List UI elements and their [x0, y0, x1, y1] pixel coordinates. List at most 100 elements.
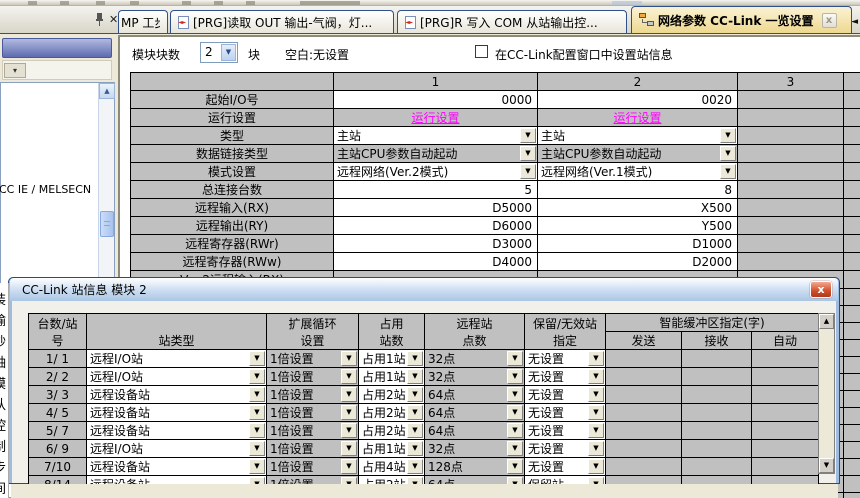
dropdown-arrow-icon[interactable]: ▼	[507, 351, 523, 366]
receive-buffer-cell[interactable]	[682, 404, 752, 422]
dropdown-arrow-icon[interactable]: ▼	[341, 369, 357, 384]
reserve-invalid-combo[interactable]: 无设置▼	[525, 404, 606, 422]
dropdown-arrow-icon[interactable]: ▼	[507, 405, 523, 420]
send-buffer-cell[interactable]	[606, 368, 682, 386]
dropdown-arrow-icon[interactable]: ▼	[507, 441, 523, 456]
remote-points-combo[interactable]: 32点▼	[425, 368, 525, 386]
dropdown-arrow-icon[interactable]: ▼	[249, 405, 265, 420]
station-type-combo[interactable]: 远程I/O站▼	[87, 368, 267, 386]
param-combo[interactable]: 主站▼	[538, 127, 738, 145]
occupied-stations-combo[interactable]: 占用2站▼	[359, 404, 425, 422]
receive-buffer-cell[interactable]	[682, 440, 752, 458]
dropdown-arrow-icon[interactable]: ▼	[341, 423, 357, 438]
dropdown-arrow-icon[interactable]: ▼	[507, 423, 523, 438]
send-buffer-cell[interactable]	[606, 440, 682, 458]
station-table-scrollbar[interactable]: ▲ ▼	[818, 313, 835, 474]
occupied-stations-combo[interactable]: 占用1站▼	[359, 368, 425, 386]
dropdown-arrow-icon[interactable]: ▼	[507, 459, 523, 474]
dropdown-arrow-icon[interactable]: ▼	[249, 423, 265, 438]
param-value-cell[interactable]: D3000	[334, 235, 538, 253]
reserve-invalid-combo[interactable]: 无设置▼	[525, 458, 606, 476]
dropdown-arrow-icon[interactable]: ▼	[221, 44, 236, 61]
operation-settings-link[interactable]: 运行设置	[334, 109, 538, 127]
module-count-combo[interactable]: 2 ▼	[200, 42, 238, 63]
station-type-combo[interactable]: 远程设备站▼	[87, 404, 267, 422]
send-buffer-cell[interactable]	[606, 350, 682, 368]
pushpin-icon[interactable]	[96, 13, 103, 26]
send-buffer-cell[interactable]	[606, 386, 682, 404]
dropdown-arrow-icon[interactable]: ▼	[249, 351, 265, 366]
tab-prg-write-com[interactable]: [PRG]R 写入 COM 从站输出控...	[397, 10, 627, 33]
expanded-cyclic-combo[interactable]: 1倍设置▼	[267, 368, 359, 386]
scroll-up-icon[interactable]: ▲	[819, 314, 834, 329]
station-type-combo[interactable]: 远程设备站▼	[87, 422, 267, 440]
auto-buffer-cell[interactable]	[752, 422, 819, 440]
remote-points-combo[interactable]: 64点▼	[425, 404, 525, 422]
dropdown-arrow-icon[interactable]: ▼	[341, 387, 357, 402]
panel-tool-button[interactable]: ▾	[4, 63, 26, 78]
remote-points-combo[interactable]: 32点▼	[425, 440, 525, 458]
occupied-stations-combo[interactable]: 占用1站▼	[359, 350, 425, 368]
param-value-cell[interactable]: D5000	[334, 199, 538, 217]
tab-prg-read-out[interactable]: [PRG]读取 OUT 输出-气阀，灯...	[170, 10, 394, 33]
occupied-stations-combo[interactable]: 占用2站▼	[359, 386, 425, 404]
send-buffer-cell[interactable]	[606, 422, 682, 440]
dropdown-arrow-icon[interactable]: ▼	[588, 351, 604, 366]
expanded-cyclic-combo[interactable]: 1倍设置▼	[267, 404, 359, 422]
tree-item-cc-ie-melsecnet[interactable]: CC IE / MELSECN	[0, 183, 91, 196]
dropdown-arrow-icon[interactable]: ▼	[720, 128, 736, 143]
expanded-cyclic-combo[interactable]: 1倍设置▼	[267, 386, 359, 404]
station-type-combo[interactable]: 远程设备站▼	[87, 386, 267, 404]
param-value-cell[interactable]: D6000	[334, 217, 538, 235]
reserve-invalid-combo[interactable]: 无设置▼	[525, 440, 606, 458]
receive-buffer-cell[interactable]	[682, 458, 752, 476]
param-combo[interactable]: 主站▼	[334, 127, 538, 145]
receive-buffer-cell[interactable]	[682, 368, 752, 386]
receive-buffer-cell[interactable]	[682, 422, 752, 440]
dropdown-arrow-icon[interactable]: ▼	[341, 405, 357, 420]
param-combo[interactable]: 主站CPU参数自动起动▼	[334, 145, 538, 163]
dropdown-arrow-icon[interactable]: ▼	[407, 441, 423, 456]
expanded-cyclic-combo[interactable]: 1倍设置▼	[267, 458, 359, 476]
auto-buffer-cell[interactable]	[752, 350, 819, 368]
auto-buffer-cell[interactable]	[752, 458, 819, 476]
remote-points-combo[interactable]: 64点▼	[425, 386, 525, 404]
param-value-cell[interactable]: 8	[538, 181, 738, 199]
param-value-cell[interactable]: 0000	[334, 91, 538, 109]
param-combo[interactable]: 远程网络(Ver.1模式)▼	[538, 163, 738, 181]
param-value-cell[interactable]: Y500	[538, 217, 738, 235]
param-combo[interactable]: 主站CPU参数自动起动▼	[538, 145, 738, 163]
dropdown-arrow-icon[interactable]: ▼	[249, 441, 265, 456]
dropdown-arrow-icon[interactable]: ▼	[520, 146, 536, 161]
dialog-close-button[interactable]: x	[810, 281, 832, 298]
occupied-stations-combo[interactable]: 占用4站▼	[359, 458, 425, 476]
reserve-invalid-combo[interactable]: 无设置▼	[525, 368, 606, 386]
dropdown-arrow-icon[interactable]: ▼	[407, 405, 423, 420]
remote-points-combo[interactable]: 32点▼	[425, 350, 525, 368]
reserve-invalid-combo[interactable]: 无设置▼	[525, 350, 606, 368]
dropdown-arrow-icon[interactable]: ▼	[407, 459, 423, 474]
auto-buffer-cell[interactable]	[752, 440, 819, 458]
send-buffer-cell[interactable]	[606, 404, 682, 422]
dropdown-arrow-icon[interactable]: ▼	[588, 441, 604, 456]
panel-close-icon[interactable]: ✕	[109, 13, 118, 26]
occupied-stations-combo[interactable]: 占用1站▼	[359, 440, 425, 458]
dropdown-arrow-icon[interactable]: ▼	[507, 369, 523, 384]
param-value-cell[interactable]: X500	[538, 199, 738, 217]
dropdown-arrow-icon[interactable]: ▼	[341, 441, 357, 456]
dropdown-arrow-icon[interactable]: ▼	[507, 387, 523, 402]
expanded-cyclic-combo[interactable]: 1倍设置▼	[267, 440, 359, 458]
dropdown-arrow-icon[interactable]: ▼	[407, 369, 423, 384]
auto-buffer-cell[interactable]	[752, 368, 819, 386]
auto-buffer-cell[interactable]	[752, 386, 819, 404]
dropdown-arrow-icon[interactable]: ▼	[588, 423, 604, 438]
station-type-combo[interactable]: 远程I/O站▼	[87, 440, 267, 458]
dropdown-arrow-icon[interactable]: ▼	[407, 351, 423, 366]
param-value-cell[interactable]: 5	[334, 181, 538, 199]
dropdown-arrow-icon[interactable]: ▼	[588, 459, 604, 474]
dropdown-arrow-icon[interactable]: ▼	[249, 369, 265, 384]
receive-buffer-cell[interactable]	[682, 350, 752, 368]
cclink-config-checkbox[interactable]	[475, 45, 488, 58]
expanded-cyclic-combo[interactable]: 1倍设置▼	[267, 350, 359, 368]
operation-settings-link[interactable]: 运行设置	[538, 109, 738, 127]
